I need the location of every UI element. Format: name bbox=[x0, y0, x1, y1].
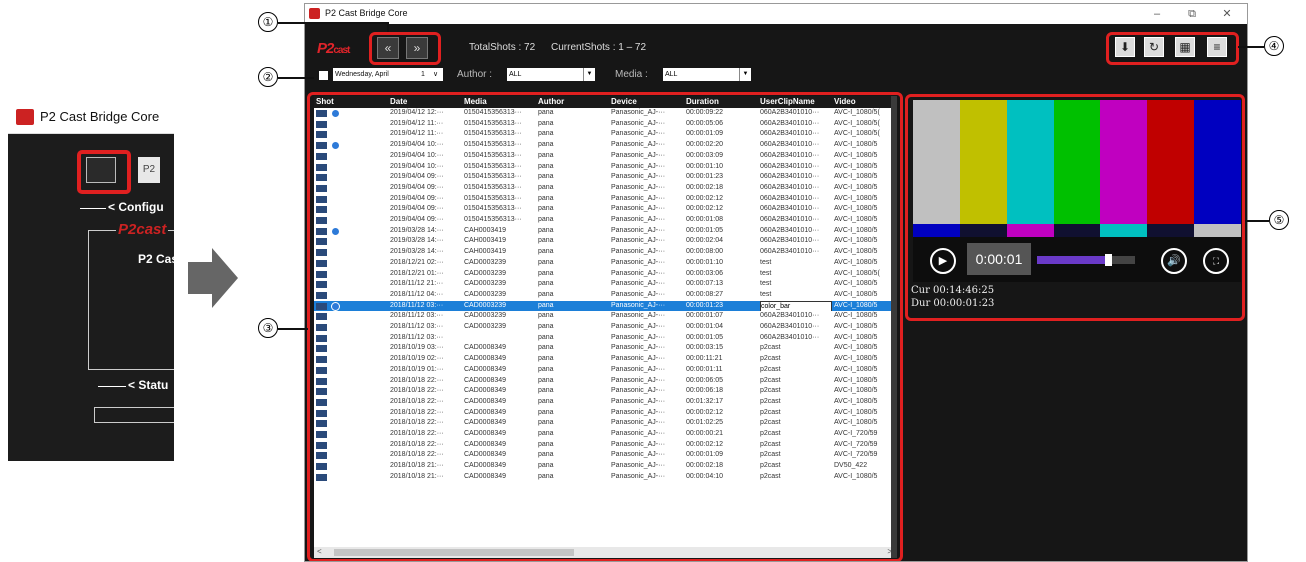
leader-line bbox=[1238, 46, 1264, 48]
callout-2: ② bbox=[258, 67, 278, 87]
chevron-down-icon: ▼ bbox=[739, 68, 751, 81]
divider bbox=[98, 386, 126, 387]
app-logo-icon bbox=[309, 8, 320, 19]
small-app-window: P2 Cast Bridge Core P2 < Configu P2cast … bbox=[8, 100, 174, 461]
main-app-window: P2 Cast Bridge Core – ⧉ ✕ P2cast « » Tot… bbox=[304, 3, 1248, 562]
media-label: Media : bbox=[615, 69, 648, 80]
status-cells bbox=[94, 407, 174, 423]
date-value: Wednesday, April bbox=[335, 71, 389, 78]
seek-bar-fill bbox=[1037, 256, 1108, 264]
color-bar bbox=[1194, 100, 1242, 224]
callout-1: ① bbox=[258, 12, 278, 32]
color-bar-strip-segment bbox=[1147, 224, 1195, 237]
seek-bar[interactable] bbox=[1037, 254, 1135, 266]
date-day: 1 bbox=[421, 71, 425, 78]
highlight-box bbox=[307, 92, 903, 561]
small-window-title: P2 Cast Bridge Core bbox=[40, 109, 160, 124]
arrow-right-icon bbox=[188, 248, 238, 308]
p2-mode-button[interactable]: P2 bbox=[138, 157, 160, 183]
dur-timecode: Dur 00:00:01:23 bbox=[911, 298, 995, 309]
author-label: Author : bbox=[457, 69, 493, 80]
color-bar-strip-segment bbox=[1100, 224, 1148, 237]
color-bar bbox=[1053, 100, 1101, 224]
video-player[interactable]: ▶ 0:00:01 🔊 ⛶ bbox=[913, 100, 1242, 282]
author-value: ALL bbox=[509, 71, 522, 78]
color-bar bbox=[1100, 100, 1148, 224]
window-title: P2 Cast Bridge Core bbox=[325, 8, 408, 18]
titlebar: P2 Cast Bridge Core – ⧉ ✕ bbox=[305, 4, 1247, 24]
color-bar-strip-segment bbox=[1194, 224, 1242, 237]
media-value: ALL bbox=[665, 71, 678, 78]
color-bar bbox=[959, 100, 1008, 224]
callout-3: ③ bbox=[258, 318, 278, 338]
total-shots: TotalShots : 72 bbox=[469, 42, 536, 53]
close-button[interactable]: ✕ bbox=[1217, 6, 1237, 22]
media-select[interactable]: ALL ▼ bbox=[663, 68, 751, 81]
current-time: 0:00:01 bbox=[967, 243, 1031, 275]
minimize-button[interactable]: – bbox=[1147, 6, 1167, 22]
leader-line bbox=[278, 328, 308, 330]
leader-line bbox=[278, 22, 388, 24]
player-controls: ▶ 0:00:01 🔊 ⛶ bbox=[913, 237, 1241, 282]
leader-line bbox=[1245, 220, 1269, 222]
chevron-down-icon: ▼ bbox=[583, 68, 595, 81]
leader-line bbox=[278, 77, 314, 79]
monitor-mode-button[interactable] bbox=[86, 157, 116, 183]
callout-5: ⑤ bbox=[1269, 210, 1289, 230]
callout-4: ④ bbox=[1264, 36, 1284, 56]
status-heading: < Statu bbox=[128, 378, 169, 392]
next-page-button[interactable]: » bbox=[406, 37, 428, 59]
color-bar bbox=[1006, 100, 1055, 224]
color-bar-strip bbox=[913, 224, 1242, 237]
play-icon[interactable]: ▶ bbox=[930, 248, 956, 274]
chevron-down-icon: ∨ bbox=[433, 71, 439, 78]
small-titlebar: P2 Cast Bridge Core bbox=[8, 100, 174, 134]
restore-button[interactable]: ⧉ bbox=[1182, 6, 1202, 22]
p2cast-label: P2 Cas bbox=[138, 252, 174, 266]
logo-main: P2 bbox=[317, 40, 334, 57]
refresh-icon[interactable]: ↻ bbox=[1144, 37, 1164, 57]
date-filter-checkbox[interactable] bbox=[319, 71, 328, 80]
list-view-icon[interactable]: ≡ bbox=[1207, 37, 1227, 57]
seek-bar-thumb[interactable] bbox=[1104, 254, 1112, 266]
configuration-heading: < Configu bbox=[108, 200, 164, 214]
color-bar bbox=[1147, 100, 1195, 224]
p2cast-logo: P2cast bbox=[116, 221, 169, 238]
app-logo-icon bbox=[16, 109, 34, 125]
fullscreen-icon[interactable]: ⛶ bbox=[1203, 248, 1229, 274]
download-icon[interactable]: ⬇ bbox=[1115, 37, 1135, 57]
thumbnail-view-icon[interactable]: ▦ bbox=[1175, 37, 1195, 57]
color-bar bbox=[913, 100, 961, 224]
author-select[interactable]: ALL ▼ bbox=[507, 68, 595, 81]
logo-sub: cast bbox=[333, 45, 350, 56]
divider bbox=[80, 208, 106, 209]
color-bar-strip-segment bbox=[1006, 224, 1055, 237]
color-bar-strip-segment bbox=[959, 224, 1008, 237]
color-bar-strip-segment bbox=[913, 224, 961, 237]
volume-icon[interactable]: 🔊 bbox=[1161, 248, 1187, 274]
p2cast-logo: P2cast bbox=[317, 40, 365, 57]
prev-page-button[interactable]: « bbox=[377, 37, 399, 59]
color-bar-strip-segment bbox=[1053, 224, 1101, 237]
config-panel bbox=[88, 230, 174, 370]
leader-line bbox=[387, 22, 389, 32]
cur-timecode: Cur 00:14:46:25 bbox=[911, 285, 995, 296]
current-shots: CurrentShots : 1 – 72 bbox=[551, 42, 647, 53]
date-picker[interactable]: Wednesday, April 1 ∨ bbox=[333, 68, 443, 81]
